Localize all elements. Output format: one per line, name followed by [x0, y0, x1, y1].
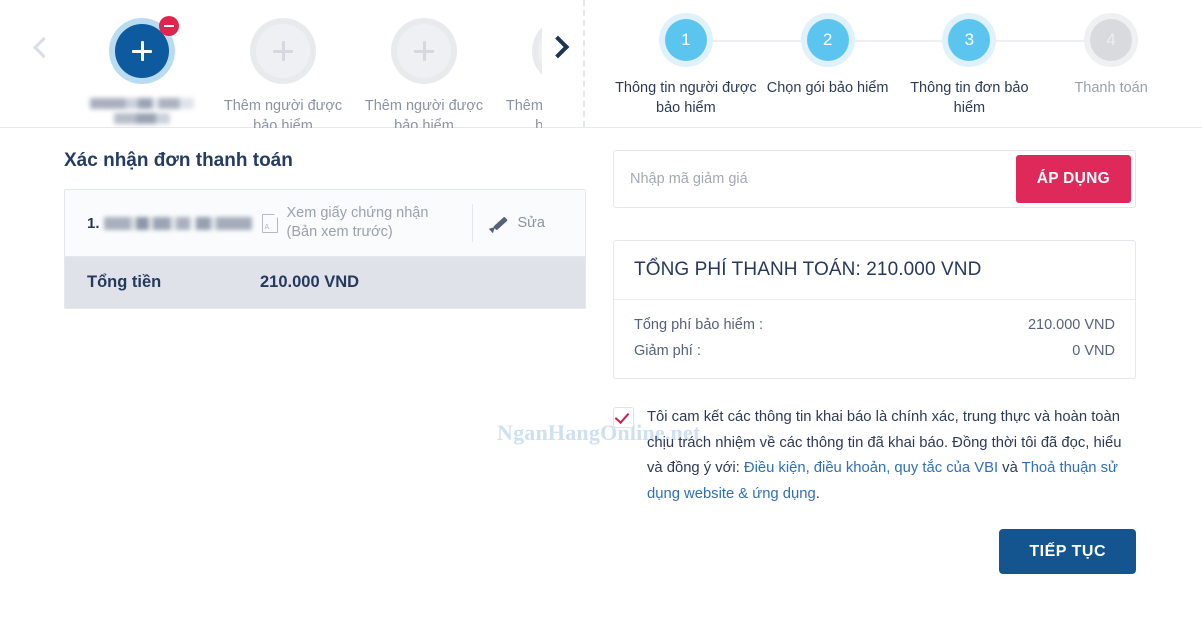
plus-icon — [273, 41, 293, 61]
main-content: NganHangOnline.net Xác nhận đơn thanh to… — [0, 128, 1202, 621]
person-card-2[interactable]: Thêm người được bảo hiểm — [213, 8, 353, 128]
order-summary-panel: Xác nhận đơn thanh toán 1. Xem giấy chứn… — [64, 150, 586, 309]
step-4[interactable]: 4 Thanh toán — [1040, 0, 1182, 118]
fee-total-heading: TỔNG PHÍ THANH TOÁN: 210.000 VND — [614, 241, 1135, 300]
promo-code-input[interactable] — [614, 151, 1016, 207]
promo-code-box: ÁP DỤNG — [613, 150, 1136, 208]
remove-person-badge[interactable] — [159, 16, 179, 36]
order-item-name-redacted — [103, 216, 252, 230]
person-card-4[interactable]: Thêm người được bảo hiểm — [495, 8, 542, 128]
step-1-number: 1 — [664, 19, 707, 61]
pencil-icon — [491, 215, 508, 232]
fee-line-insurance-label: Tổng phí bảo hiểm : — [634, 317, 763, 333]
terms-agreement: Tôi cam kết các thông tin khai báo là ch… — [613, 405, 1136, 507]
chevron-right-icon — [546, 35, 570, 59]
terms-text: Tôi cam kết các thông tin khai báo là ch… — [647, 405, 1136, 507]
step-4-ring: 4 — [1084, 13, 1139, 67]
carousel-track: Thêm người được bảo hiểm Thêm người được… — [72, 0, 542, 128]
order-total-row: Tổng tiền 210.000 VND — [65, 256, 585, 308]
person-avatar-3[interactable] — [391, 18, 457, 84]
actions-row: TIẾP TỤC — [613, 529, 1136, 574]
order-item-row: 1. Xem giấy chứng nhận (Bản xem trước) S… — [65, 190, 585, 256]
fee-line-discount-label: Giảm phí : — [634, 343, 701, 359]
terms-text-part3: . — [815, 485, 820, 502]
person-name-redacted-1 — [72, 98, 212, 124]
order-total-label: Tổng tiền — [87, 273, 162, 291]
order-total-value: 210.000 VND — [260, 273, 360, 291]
carousel-next-button[interactable] — [545, 32, 575, 62]
order-item-index: 1. — [87, 214, 100, 232]
terms-link-vbi-rules[interactable]: Điều kiện, điều khoản, quy tắc của VBI — [744, 460, 998, 476]
step-3-number: 3 — [948, 19, 991, 61]
person-card-1[interactable] — [72, 8, 212, 128]
check-icon — [614, 408, 630, 425]
terms-checkbox[interactable] — [613, 407, 634, 428]
step-1-label: Thông tin người được bảo hiểm — [615, 80, 757, 116]
person-avatar-1[interactable] — [109, 16, 179, 84]
step-1-ring: 1 — [658, 13, 713, 67]
certificate-link-line1: Xem giấy chứng nhận — [286, 205, 429, 221]
apply-promo-button[interactable]: ÁP DỤNG — [1015, 155, 1131, 203]
step-4-number: 4 — [1090, 19, 1133, 61]
chevron-left-icon — [32, 36, 54, 58]
carousel-prev-button[interactable] — [26, 32, 56, 62]
person-card-label-3: Thêm người được bảo hiểm — [364, 98, 484, 128]
avatar-core — [397, 24, 451, 78]
terms-text-part2: và — [998, 460, 1022, 476]
step-3-label: Thông tin đơn bảo hiểm — [910, 80, 1029, 116]
continue-button[interactable]: TIẾP TỤC — [999, 529, 1136, 574]
person-card-label-4: Thêm người được bảo hiểm — [505, 98, 542, 128]
step-2-label: Chọn gói bảo hiểm — [766, 80, 889, 96]
fee-line-discount-value: 0 VND — [1072, 343, 1115, 359]
insured-person-carousel: Thêm người được bảo hiểm Thêm người được… — [0, 0, 583, 128]
page-title: Xác nhận đơn thanh toán — [64, 150, 293, 171]
step-2-ring: 2 — [800, 13, 855, 67]
person-card-3[interactable]: Thêm người được bảo hiểm — [354, 8, 494, 128]
payment-panel: ÁP DỤNG TỔNG PHÍ THANH TOÁN: 210.000 VND… — [613, 150, 1136, 574]
minus-icon — [164, 25, 174, 27]
person-avatar-4[interactable] — [532, 18, 542, 84]
avatar-core — [256, 24, 310, 78]
step-3-ring: 3 — [942, 13, 997, 67]
certificate-link-line2: (Bản xem trước) — [286, 224, 393, 240]
view-certificate-link[interactable]: Xem giấy chứng nhận (Bản xem trước) — [261, 204, 462, 242]
step-1[interactable]: 1 Thông tin người được bảo hiểm — [615, 0, 757, 118]
step-4-label: Thanh toán — [1074, 80, 1148, 96]
progress-stepper-area: 1 Thông tin người được bảo hiểm 2 Chọn g… — [583, 0, 1202, 127]
pdf-document-icon — [261, 213, 278, 233]
top-bar: Thêm người được bảo hiểm Thêm người được… — [0, 0, 1202, 128]
step-2[interactable]: 2 Chọn gói bảo hiểm — [757, 0, 899, 118]
step-3[interactable]: 3 Thông tin đơn bảo hiểm — [899, 0, 1041, 118]
fee-line-insurance-value: 210.000 VND — [1027, 317, 1115, 333]
plus-icon — [132, 41, 152, 61]
step-2-number: 2 — [806, 19, 849, 61]
edit-button-label: Sửa — [517, 215, 545, 231]
fee-summary-card: TỔNG PHÍ THANH TOÁN: 210.000 VND Tổng ph… — [613, 240, 1136, 379]
person-card-label-2: Thêm người được bảo hiểm — [223, 98, 343, 128]
order-card: 1. Xem giấy chứng nhận (Bản xem trước) S… — [64, 189, 586, 309]
progress-stepper: 1 Thông tin người được bảo hiểm 2 Chọn g… — [607, 0, 1190, 128]
plus-icon — [414, 41, 434, 61]
person-avatar-2[interactable] — [250, 18, 316, 84]
fee-line-discount: Giảm phí : 0 VND — [634, 338, 1115, 364]
edit-button[interactable]: Sửa — [473, 215, 567, 232]
fee-breakdown: Tổng phí bảo hiểm : 210.000 VND Giảm phí… — [614, 300, 1135, 378]
fee-line-insurance: Tổng phí bảo hiểm : 210.000 VND — [634, 312, 1115, 338]
